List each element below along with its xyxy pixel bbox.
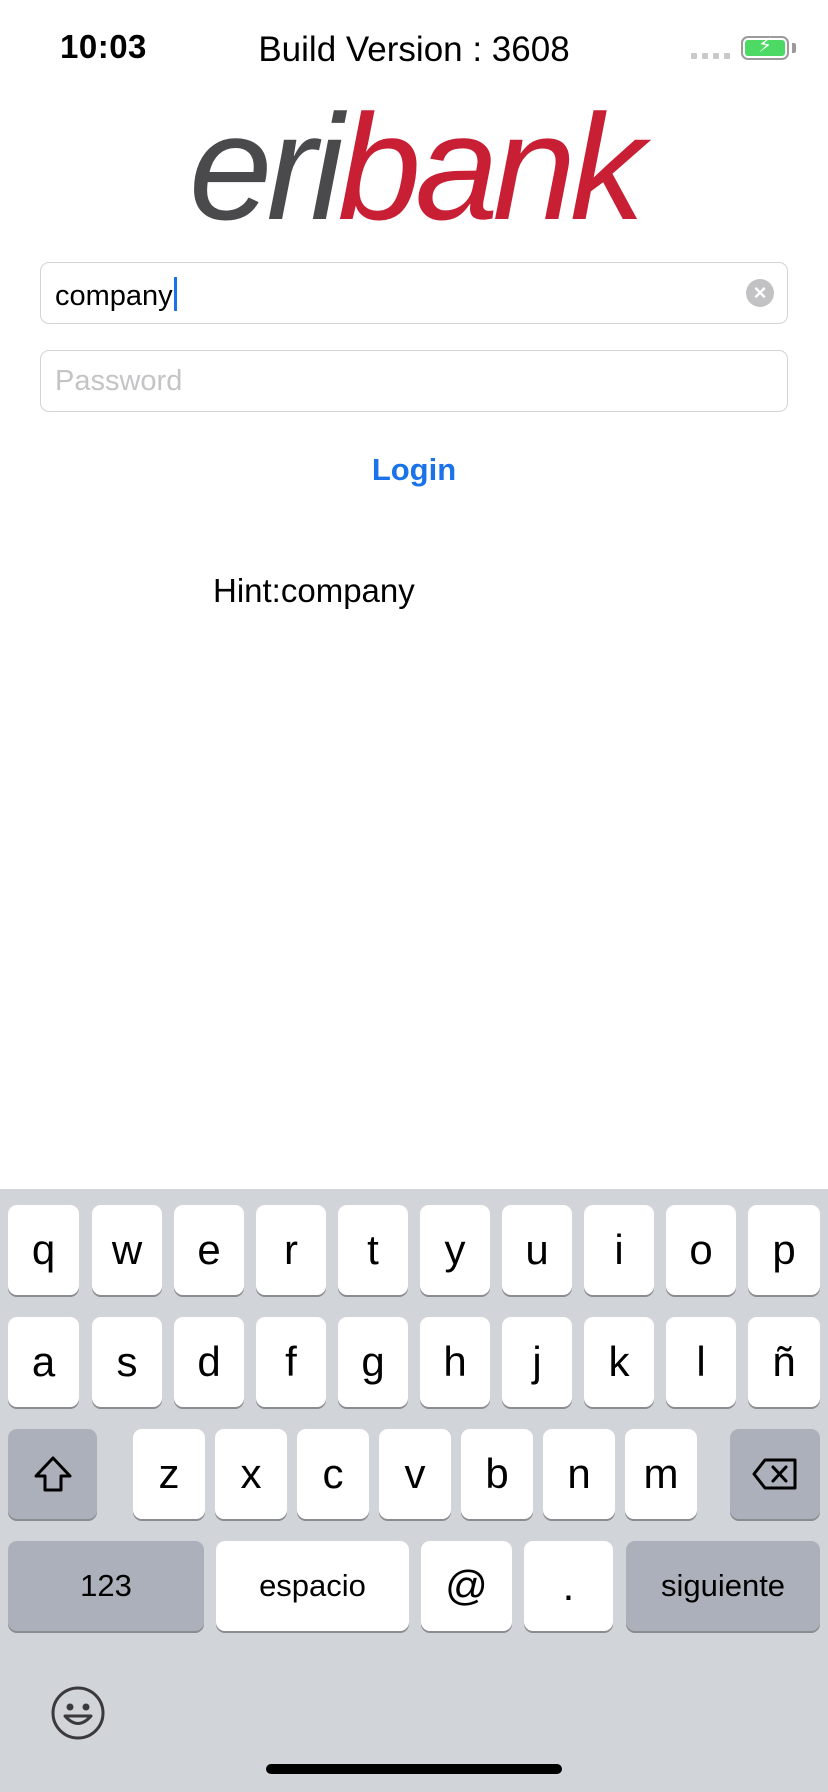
key-h[interactable]: h xyxy=(420,1317,490,1407)
next-key[interactable]: siguiente xyxy=(626,1541,820,1631)
key-k[interactable]: k xyxy=(584,1317,654,1407)
key-g[interactable]: g xyxy=(338,1317,408,1407)
key-s[interactable]: s xyxy=(92,1317,162,1407)
key-y[interactable]: y xyxy=(420,1205,490,1295)
username-value: company xyxy=(55,280,173,312)
key-n[interactable]: n xyxy=(543,1429,615,1519)
key-w[interactable]: w xyxy=(92,1205,162,1295)
key-e[interactable]: e xyxy=(174,1205,244,1295)
emoji-icon[interactable] xyxy=(50,1685,106,1741)
battery-tip xyxy=(792,43,796,53)
key-o[interactable]: o xyxy=(666,1205,736,1295)
password-placeholder: Password xyxy=(55,365,183,397)
username-field[interactable]: company × xyxy=(40,262,788,324)
key-p[interactable]: p xyxy=(748,1205,820,1295)
battery-icon: ⚡ xyxy=(741,36,789,60)
key-b[interactable]: b xyxy=(461,1429,533,1519)
key-c[interactable]: c xyxy=(297,1429,369,1519)
key-i[interactable]: i xyxy=(584,1205,654,1295)
hint-text: Hint:company xyxy=(213,572,415,609)
password-field[interactable]: Password xyxy=(40,350,788,412)
key-r[interactable]: r xyxy=(256,1205,326,1295)
signal-icon xyxy=(691,53,730,59)
key-n-tilde[interactable]: ñ xyxy=(748,1317,820,1407)
username-input-text: company xyxy=(55,277,177,313)
home-indicator[interactable] xyxy=(266,1764,562,1774)
logo-part-eri: eri xyxy=(189,83,344,251)
key-t[interactable]: t xyxy=(338,1205,408,1295)
shift-key[interactable] xyxy=(8,1429,97,1519)
eribank-logo: eribank xyxy=(0,92,828,242)
key-z[interactable]: z xyxy=(133,1429,205,1519)
delete-key[interactable] xyxy=(730,1429,820,1519)
logo-part-bank: bank xyxy=(337,83,645,251)
key-j[interactable]: j xyxy=(502,1317,572,1407)
key-q[interactable]: q xyxy=(8,1205,79,1295)
at-key[interactable]: @ xyxy=(421,1541,512,1631)
key-m[interactable]: m xyxy=(625,1429,697,1519)
key-d[interactable]: d xyxy=(174,1317,244,1407)
clear-text-button[interactable]: × xyxy=(746,279,774,307)
shift-icon xyxy=(34,1456,71,1492)
key-u[interactable]: u xyxy=(502,1205,572,1295)
delete-icon xyxy=(752,1458,797,1490)
key-l[interactable]: l xyxy=(666,1317,736,1407)
build-version: Build Version : 3608 xyxy=(258,30,570,69)
period-key[interactable]: . xyxy=(524,1541,613,1631)
space-key[interactable]: espacio xyxy=(216,1541,409,1631)
key-x[interactable]: x xyxy=(215,1429,287,1519)
key-v[interactable]: v xyxy=(379,1429,451,1519)
text-cursor xyxy=(173,277,177,311)
login-button[interactable]: Login xyxy=(0,452,828,488)
numbers-key[interactable]: 123 xyxy=(8,1541,204,1631)
key-a[interactable]: a xyxy=(8,1317,79,1407)
key-f[interactable]: f xyxy=(256,1317,326,1407)
